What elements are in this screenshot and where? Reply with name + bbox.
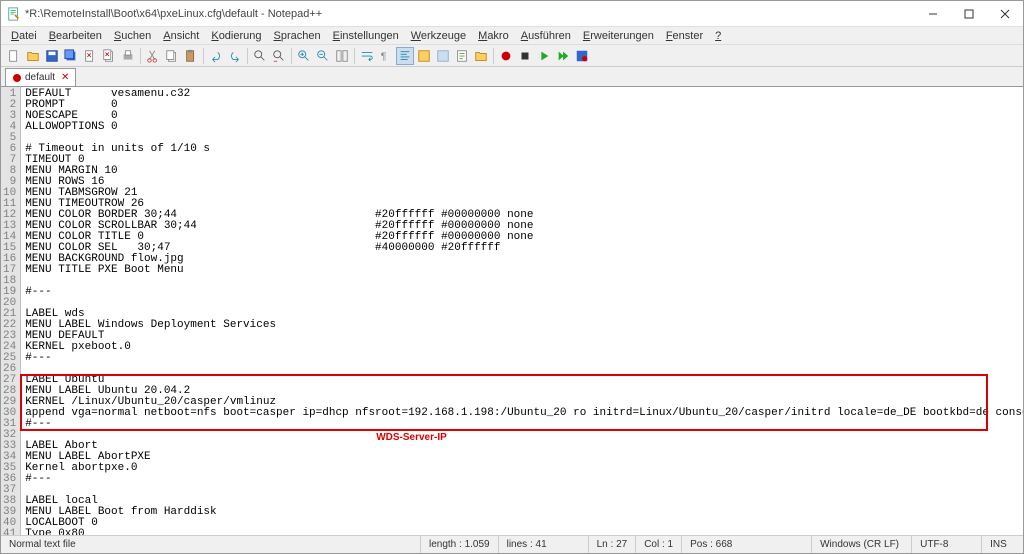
status-mode: INS xyxy=(982,536,1022,553)
zoom-in-button[interactable] xyxy=(295,47,313,65)
close-button[interactable] xyxy=(987,2,1023,26)
code-line[interactable]: #--- xyxy=(25,474,1023,485)
menu-item-datei[interactable]: Datei xyxy=(5,28,43,44)
paste-button[interactable] xyxy=(182,47,200,65)
code-line[interactable]: NOESCAPE 0 xyxy=(25,111,1023,122)
folder-button[interactable] xyxy=(472,47,490,65)
show-chars-button[interactable]: ¶ xyxy=(377,47,395,65)
copy-button[interactable] xyxy=(163,47,181,65)
code-line[interactable]: MENU DEFAULT xyxy=(25,331,1023,342)
stop-macro-button[interactable] xyxy=(516,47,534,65)
title-bar: *R:\RemoteInstall\Boot\x64\pxeLinux.cfg\… xyxy=(1,1,1023,27)
play-multi-button[interactable] xyxy=(554,47,572,65)
menu-item-erweiterungen[interactable]: Erweiterungen xyxy=(577,28,660,44)
modified-icon xyxy=(12,73,22,83)
tab-label: default xyxy=(25,72,55,83)
code-line[interactable]: append vga=normal netboot=nfs boot=caspe… xyxy=(25,408,1023,419)
code-content[interactable]: WDS-Server-IP DEFAULT vesamenu.c32PROMPT… xyxy=(21,87,1023,535)
replace-button[interactable] xyxy=(270,47,288,65)
code-line[interactable]: MENU MARGIN 10 xyxy=(25,166,1023,177)
record-macro-button[interactable] xyxy=(497,47,515,65)
code-line[interactable]: ALLOWOPTIONS 0 xyxy=(25,122,1023,133)
code-line[interactable] xyxy=(25,430,1023,441)
minimize-button[interactable] xyxy=(915,2,951,26)
print-button[interactable] xyxy=(119,47,137,65)
status-bar: Normal text file length : 1.059 lines : … xyxy=(1,535,1023,553)
menu-item-sprachen[interactable]: Sprachen xyxy=(268,28,327,44)
code-line[interactable]: TIMEOUT 0 xyxy=(25,155,1023,166)
zoom-out-button[interactable] xyxy=(314,47,332,65)
menu-item-bearbeiten[interactable]: Bearbeiten xyxy=(43,28,108,44)
editor-area[interactable]: 1234567891011121314151617181920212223242… xyxy=(1,87,1023,535)
new-file-button[interactable] xyxy=(5,47,23,65)
save-macro-button[interactable] xyxy=(573,47,591,65)
doc-map-button[interactable] xyxy=(434,47,452,65)
status-eol: Windows (CR LF) xyxy=(812,536,912,553)
code-line[interactable] xyxy=(25,485,1023,496)
code-line[interactable]: LABEL Abort xyxy=(25,441,1023,452)
menu-item-einstellungen[interactable]: Einstellungen xyxy=(327,28,405,44)
save-all-button[interactable] xyxy=(62,47,80,65)
open-file-button[interactable] xyxy=(24,47,42,65)
save-button[interactable] xyxy=(43,47,61,65)
code-line[interactable]: #--- xyxy=(25,419,1023,430)
code-line[interactable]: MENU TITLE PXE Boot Menu xyxy=(25,265,1023,276)
window-title: *R:\RemoteInstall\Boot\x64\pxeLinux.cfg\… xyxy=(25,8,915,20)
menu-item-werkzeuge[interactable]: Werkzeuge xyxy=(405,28,472,44)
cut-button[interactable] xyxy=(144,47,162,65)
menu-item-ausführen[interactable]: Ausführen xyxy=(515,28,577,44)
code-line[interactable]: MENU LABEL Windows Deployment Services xyxy=(25,320,1023,331)
menu-bar: DateiBearbeitenSuchenAnsichtKodierungSpr… xyxy=(1,27,1023,45)
menu-item-ansicht[interactable]: Ansicht xyxy=(157,28,205,44)
maximize-button[interactable] xyxy=(951,2,987,26)
close-all-button[interactable] xyxy=(100,47,118,65)
code-line[interactable]: LOCALBOOT 0 xyxy=(25,518,1023,529)
status-lines: lines : 41 xyxy=(499,536,589,553)
menu-item-kodierung[interactable]: Kodierung xyxy=(205,28,267,44)
code-line[interactable]: Kernel abortpxe.0 xyxy=(25,463,1023,474)
word-wrap-button[interactable] xyxy=(358,47,376,65)
close-file-button[interactable] xyxy=(81,47,99,65)
line-gutter: 1234567891011121314151617181920212223242… xyxy=(1,87,21,535)
code-line[interactable]: Type 0x80 xyxy=(25,529,1023,535)
sync-scroll-button[interactable] xyxy=(333,47,351,65)
status-encoding: UTF-8 xyxy=(912,536,982,553)
svg-text:¶: ¶ xyxy=(381,50,387,62)
status-pos: Pos : 668 xyxy=(682,536,812,553)
status-ln: Ln : 27 xyxy=(589,536,637,553)
code-line[interactable]: MENU TABMSGROW 21 xyxy=(25,188,1023,199)
find-button[interactable] xyxy=(251,47,269,65)
code-line[interactable]: #--- xyxy=(25,353,1023,364)
code-line[interactable]: MENU LABEL AbortPXE xyxy=(25,452,1023,463)
menu-item-?[interactable]: ? xyxy=(709,28,727,44)
status-filetype: Normal text file xyxy=(1,536,421,553)
redo-button[interactable] xyxy=(226,47,244,65)
code-line[interactable]: #--- xyxy=(25,287,1023,298)
toolbar: ¶ xyxy=(1,45,1023,67)
code-line[interactable] xyxy=(25,276,1023,287)
app-icon xyxy=(7,7,21,21)
code-line[interactable] xyxy=(25,364,1023,375)
code-line[interactable]: DEFAULT vesamenu.c32 xyxy=(25,89,1023,100)
undo-button[interactable] xyxy=(207,47,225,65)
menu-item-makro[interactable]: Makro xyxy=(472,28,515,44)
tab-bar: default ✕ xyxy=(1,67,1023,87)
file-tab[interactable]: default ✕ xyxy=(5,68,76,86)
code-line[interactable]: MENU LABEL Boot from Harddisk xyxy=(25,507,1023,518)
code-line[interactable] xyxy=(25,298,1023,309)
code-line[interactable]: PROMPT 0 xyxy=(25,100,1023,111)
status-col: Col : 1 xyxy=(636,536,682,553)
play-macro-button[interactable] xyxy=(535,47,553,65)
function-list-button[interactable] xyxy=(453,47,471,65)
menu-item-suchen[interactable]: Suchen xyxy=(108,28,157,44)
code-line[interactable]: MENU ROWS 16 xyxy=(25,177,1023,188)
indent-guide-button[interactable] xyxy=(396,47,414,65)
code-line[interactable]: KERNEL pxeboot.0 xyxy=(25,342,1023,353)
status-length: length : 1.059 xyxy=(421,536,499,553)
user-lang-button[interactable] xyxy=(415,47,433,65)
tab-close-icon[interactable]: ✕ xyxy=(61,72,69,83)
annotation-label: WDS-Server-IP xyxy=(376,432,447,443)
code-line[interactable]: # Timeout in units of 1/10 s xyxy=(25,144,1023,155)
menu-item-fenster[interactable]: Fenster xyxy=(660,28,709,44)
